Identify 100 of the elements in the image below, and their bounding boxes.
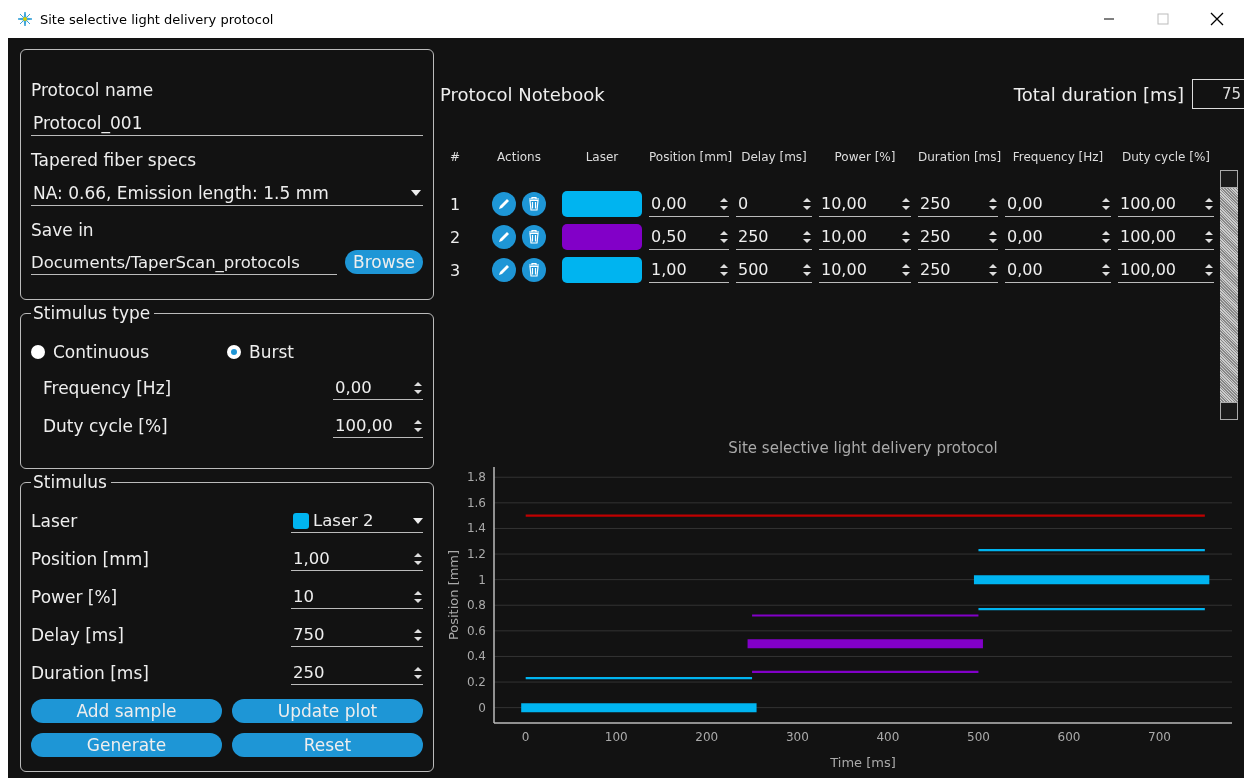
- x-tick-label: 700: [1148, 730, 1171, 744]
- spin-arrows-icon[interactable]: [988, 261, 998, 278]
- number-spinbox[interactable]: 0,00: [649, 191, 729, 217]
- text-field[interactable]: Documents/TaperScan_protocols: [31, 249, 338, 275]
- number-spinbox[interactable]: 0,00: [333, 376, 423, 400]
- panel-title: Stimulus type: [31, 303, 155, 323]
- field-label: Delay [ms]: [31, 625, 125, 645]
- spin-arrows-icon[interactable]: [1204, 195, 1214, 212]
- row-number: 3: [449, 259, 462, 282]
- spin-arrows-icon[interactable]: [719, 261, 729, 278]
- spin-arrows-icon[interactable]: [1101, 195, 1111, 212]
- star-icon: [18, 12, 32, 26]
- edit-icon[interactable]: [492, 258, 516, 282]
- spin-arrows-icon[interactable]: [802, 195, 812, 212]
- number-spinbox[interactable]: 500: [736, 257, 812, 283]
- dropdown[interactable]: NA: 0.66, Emission length: 1.5 mm: [31, 179, 423, 206]
- scroll-down-icon[interactable]: [1220, 402, 1238, 420]
- number-spinbox[interactable]: 0,00: [1005, 224, 1111, 250]
- x-tick-label: 400: [876, 730, 900, 744]
- spin-arrows-icon[interactable]: [719, 195, 729, 212]
- number-spinbox[interactable]: 0,00: [1005, 257, 1111, 283]
- window-title: Site selective light delivery protocol: [40, 11, 275, 27]
- column-header: Duty cycle [%]: [1120, 150, 1212, 164]
- radio-option[interactable]: Continuous: [31, 342, 227, 362]
- number-spinbox[interactable]: 100,00: [1118, 191, 1214, 217]
- y-tick-label: 1: [478, 572, 486, 587]
- x-tick-label: 100: [604, 730, 628, 744]
- x-tick-label: 200: [695, 730, 719, 744]
- y-tick-label: 1.2: [466, 547, 486, 562]
- spin-arrows-icon[interactable]: [1204, 228, 1214, 245]
- field-label: Total duration [ms]: [1013, 83, 1184, 105]
- laser-dropdown[interactable]: Laser 2: [291, 509, 423, 533]
- number-spinbox[interactable]: 10,00: [819, 224, 911, 250]
- column-header: Delay [ms]: [740, 150, 808, 164]
- y-tick-label: 0.6: [466, 623, 486, 638]
- column-header: Frequency [Hz]: [1011, 150, 1105, 164]
- spin-arrows-icon[interactable]: [901, 228, 911, 245]
- number-spinbox[interactable]: 0: [736, 191, 812, 217]
- spin-arrows-icon[interactable]: [802, 261, 812, 278]
- number-spinbox[interactable]: 250: [736, 224, 812, 250]
- x-tick-label: 300: [785, 730, 809, 744]
- spin-arrows-icon[interactable]: [413, 379, 423, 396]
- column-header: Laser: [584, 150, 620, 164]
- spin-arrows-icon[interactable]: [988, 195, 998, 212]
- x-tick-label: 0: [521, 730, 530, 744]
- number-spinbox[interactable]: 0,00: [1005, 191, 1111, 217]
- spin-arrows-icon[interactable]: [802, 228, 812, 245]
- text-field[interactable]: Protocol_001: [31, 109, 423, 136]
- spin-arrows-icon[interactable]: [413, 664, 423, 681]
- x-tick-label: 500: [967, 730, 990, 744]
- row-number: 1: [449, 193, 462, 216]
- spin-arrows-icon[interactable]: [1101, 228, 1111, 245]
- spin-arrows-icon[interactable]: [1204, 261, 1214, 278]
- number-spinbox[interactable]: 250: [918, 191, 998, 217]
- spin-arrows-icon[interactable]: [413, 588, 423, 605]
- number-spinbox[interactable]: 100,00: [1118, 257, 1214, 283]
- spin-arrows-icon[interactable]: [719, 228, 729, 245]
- number-spinbox[interactable]: 10,00: [819, 191, 911, 217]
- caret-icon: [413, 517, 423, 524]
- column-header: Power [%]: [833, 150, 897, 164]
- laser-color-swatch[interactable]: [562, 257, 642, 283]
- field-label: Tapered fiber specs: [31, 150, 198, 170]
- spin-arrows-icon[interactable]: [988, 228, 998, 245]
- trash-icon[interactable]: [522, 258, 546, 282]
- number-spinbox[interactable]: 1,00: [649, 257, 729, 283]
- field-label: Duration [ms]: [31, 663, 150, 683]
- y-tick-label: 1.8: [466, 470, 486, 485]
- trash-icon[interactable]: [522, 225, 546, 249]
- number-spinbox[interactable]: 0,50: [649, 224, 729, 250]
- number-spinbox[interactable]: 10,00: [819, 257, 911, 283]
- spin-arrows-icon[interactable]: [413, 626, 423, 643]
- y-tick-label: 1.6: [466, 495, 486, 510]
- radio-option[interactable]: Burst: [227, 342, 423, 362]
- trash-icon[interactable]: [522, 192, 546, 216]
- number-spinbox[interactable]: 10: [291, 585, 423, 609]
- column-header: Actions: [496, 150, 542, 164]
- number-spinbox[interactable]: 100,00: [1118, 224, 1214, 250]
- laser-color-swatch[interactable]: [562, 191, 642, 217]
- y-tick-label: 0.4: [466, 649, 486, 664]
- spin-arrows-icon[interactable]: [1101, 261, 1111, 278]
- number-spinbox[interactable]: 250: [918, 257, 998, 283]
- y-tick-label: 0.8: [466, 598, 486, 613]
- number-spinbox[interactable]: 750: [291, 623, 423, 647]
- number-spinbox[interactable]: 1,00: [291, 547, 423, 571]
- edit-icon[interactable]: [492, 225, 516, 249]
- total-field[interactable]: 75: [1192, 79, 1244, 109]
- spin-arrows-icon[interactable]: [413, 417, 423, 434]
- number-spinbox[interactable]: 100,00: [333, 414, 423, 438]
- laser-color-swatch[interactable]: [562, 224, 642, 250]
- scroll-up-icon[interactable]: [1220, 170, 1238, 188]
- x-axis-label: Time [ms]: [830, 755, 896, 770]
- chart-title: Site selective light delivery protocol: [728, 439, 998, 457]
- number-spinbox[interactable]: 250: [918, 224, 998, 250]
- spin-arrows-icon[interactable]: [413, 550, 423, 567]
- column-header: #: [449, 150, 462, 164]
- y-tick-label: 0: [478, 700, 486, 715]
- spin-arrows-icon[interactable]: [901, 261, 911, 278]
- number-spinbox[interactable]: 250: [291, 661, 423, 685]
- edit-icon[interactable]: [492, 192, 516, 216]
- spin-arrows-icon[interactable]: [901, 195, 911, 212]
